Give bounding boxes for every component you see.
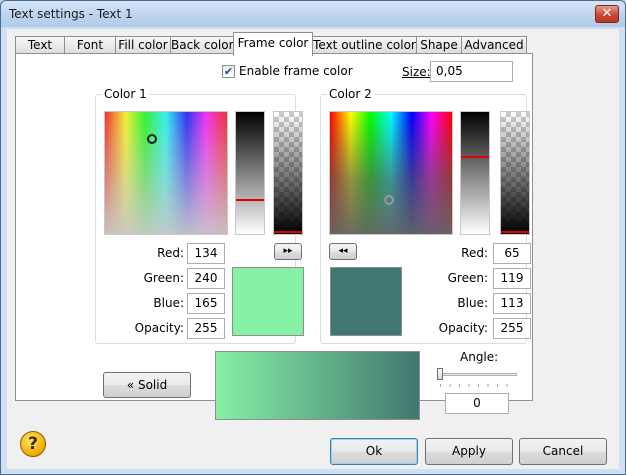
tab-back-color[interactable]: Back color xyxy=(170,36,234,54)
color2-brightness-marker[interactable] xyxy=(461,156,489,158)
dialog-window: Text settings - Text 1 ✕ Text Font Fill … xyxy=(0,0,626,475)
color2-opacity-input[interactable]: 255 xyxy=(493,318,531,339)
enable-frame-color-label: Enable frame color xyxy=(239,64,353,78)
copy-to-color1-button[interactable]: ◂◂ xyxy=(329,243,357,260)
tab-text[interactable]: Text xyxy=(15,36,65,54)
color2-brightness-slider[interactable] xyxy=(460,111,490,235)
color2-hue-saturation-picker[interactable] xyxy=(329,111,453,235)
color2-opacity-label: Opacity: xyxy=(438,321,488,335)
color2-group: Color 2 ◂◂ Red: 65 Green: 119 Blue: 113 … xyxy=(320,87,531,344)
ok-button[interactable]: Ok xyxy=(330,438,418,465)
gradient-preview xyxy=(215,351,420,420)
tab-frame-color[interactable]: Frame color xyxy=(233,32,313,56)
color2-red-input[interactable]: 65 xyxy=(493,243,531,264)
color1-picker-cursor[interactable] xyxy=(147,134,157,144)
color1-blue-label: Blue: xyxy=(153,296,184,310)
color1-red-label: Red: xyxy=(157,246,184,260)
color1-red-input[interactable]: 134 xyxy=(187,243,225,264)
size-input[interactable]: 0,05 xyxy=(430,61,513,82)
color2-green-input[interactable]: 119 xyxy=(493,268,531,289)
angle-input[interactable]: 0 xyxy=(445,393,509,414)
dialog-client: Text Font Fill color Back color Frame co… xyxy=(7,29,619,469)
frame-color-panel: ✔ Enable frame color Size: 0,05 Color 1 xyxy=(15,53,533,420)
color1-group: Color 1 Red: 134 Green: 240 Blue: 165 Op… xyxy=(95,87,304,344)
solid-button[interactable]: « Solid xyxy=(103,372,191,398)
color2-opacity-marker[interactable] xyxy=(501,231,529,233)
color1-hue-saturation-picker[interactable] xyxy=(104,111,228,235)
size-label: Size: xyxy=(402,65,431,79)
color1-opacity-slider[interactable] xyxy=(273,111,303,235)
color1-brightness-slider[interactable] xyxy=(235,111,265,235)
color1-green-label: Green: xyxy=(143,271,184,285)
tab-shape[interactable]: Shape xyxy=(416,36,462,54)
color2-blue-label: Blue: xyxy=(457,296,488,310)
apply-button[interactable]: Apply xyxy=(425,438,513,465)
angle-slider-thumb[interactable] xyxy=(437,368,443,380)
color1-brightness-marker[interactable] xyxy=(236,199,264,201)
help-icon[interactable]: ? xyxy=(20,431,46,457)
color1-title: Color 1 xyxy=(102,87,149,101)
color2-picker-cursor[interactable] xyxy=(384,195,394,205)
cancel-button[interactable]: Cancel xyxy=(519,438,607,465)
color2-opacity-slider[interactable] xyxy=(500,111,530,235)
color1-blue-input[interactable]: 165 xyxy=(187,293,225,314)
angle-slider-ticks xyxy=(440,384,516,387)
window-title: Text settings - Text 1 xyxy=(9,7,133,21)
enable-frame-color-checkbox[interactable]: ✔ xyxy=(222,65,235,78)
color2-preview-swatch xyxy=(330,267,402,336)
color2-red-label: Red: xyxy=(461,246,488,260)
tab-font[interactable]: Font xyxy=(64,36,116,54)
color2-green-label: Green: xyxy=(447,271,488,285)
color2-blue-input[interactable]: 113 xyxy=(493,293,531,314)
title-bar[interactable]: Text settings - Text 1 ✕ xyxy=(1,1,625,27)
color1-opacity-input[interactable]: 255 xyxy=(187,318,225,339)
angle-slider[interactable] xyxy=(437,368,517,387)
angle-label: Angle: xyxy=(460,350,499,364)
tab-advanced[interactable]: Advanced xyxy=(461,36,527,54)
color2-title: Color 2 xyxy=(327,87,374,101)
color1-preview-swatch xyxy=(232,267,304,336)
copy-to-color2-button[interactable]: ▸▸ xyxy=(274,243,302,260)
color1-opacity-label: Opacity: xyxy=(134,321,184,335)
color1-opacity-marker[interactable] xyxy=(274,231,302,233)
tab-fill-color[interactable]: Fill color xyxy=(115,36,171,54)
tab-text-outline-color[interactable]: Text outline color xyxy=(312,36,417,54)
close-button[interactable]: ✕ xyxy=(595,5,619,23)
color1-green-input[interactable]: 240 xyxy=(187,268,225,289)
